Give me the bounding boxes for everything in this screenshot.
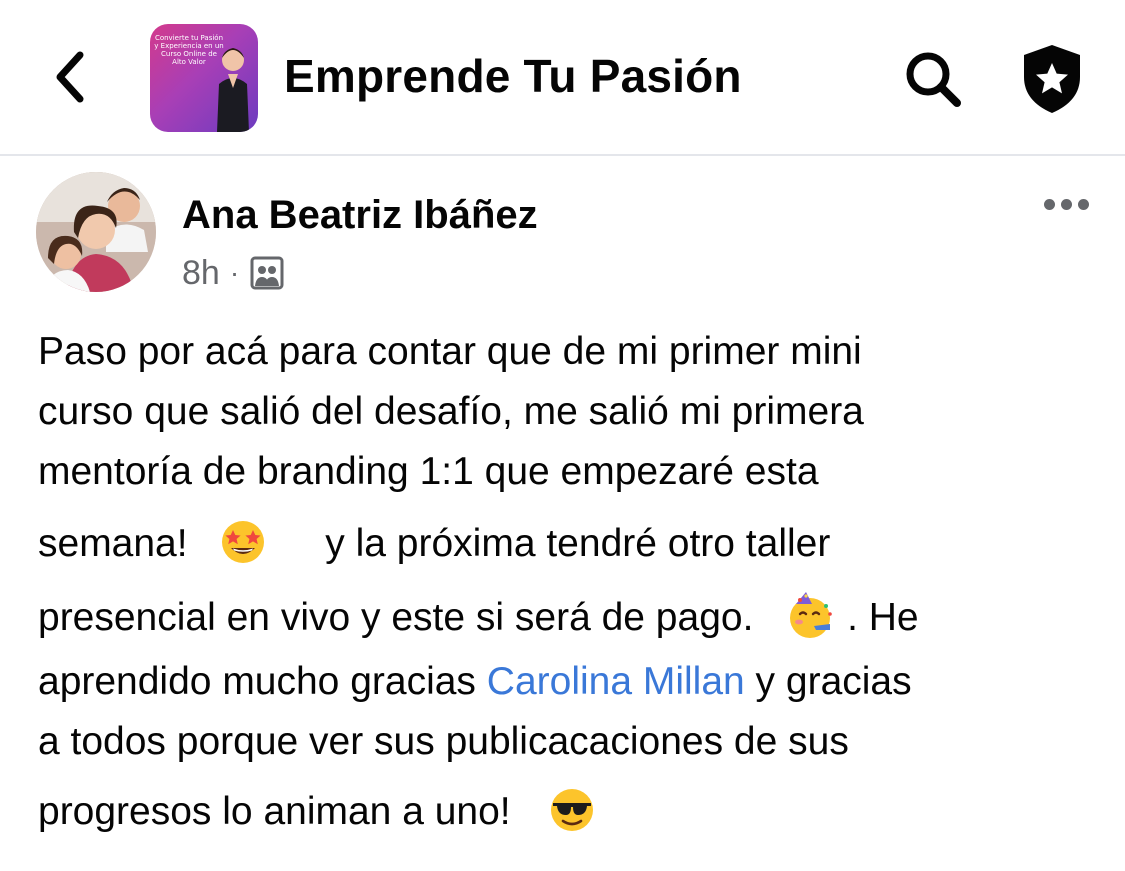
chevron-left-icon	[56, 51, 84, 103]
post-line: aprendido mucho gracias Carolina Millan …	[38, 660, 912, 703]
search-icon	[906, 52, 961, 107]
post-line: mentoría de branding 1:1 que empezaré es…	[38, 450, 819, 493]
group-members-icon[interactable]	[249, 255, 285, 291]
post-line: Paso por acá para contar que de mi prime…	[38, 330, 862, 373]
post-line: progresos lo animan a uno!	[38, 782, 597, 842]
family-photo	[36, 172, 156, 292]
back-button[interactable]	[40, 42, 100, 112]
group-title[interactable]: Emprende Tu Pasión	[284, 44, 742, 108]
search-button[interactable]	[898, 44, 968, 114]
more-options-icon	[1043, 198, 1055, 210]
post-more-options-button[interactable]	[1036, 184, 1096, 224]
post-line: presencial en vivo y este si será de pag…	[38, 588, 919, 648]
presenter-image	[217, 48, 249, 132]
post-line: curso que salió del desafío, me salió mi…	[38, 390, 864, 433]
post-line: semana! y la próxima tendré otro taller	[38, 514, 830, 574]
post-time[interactable]: 8h	[182, 254, 220, 293]
partying-face-emoji	[790, 592, 833, 638]
star-struck-emoji	[222, 521, 265, 563]
meta-separator: ·	[229, 257, 240, 288]
group-thumbnail[interactable]: Convierte tu Pasión y Experiencia en un …	[150, 24, 258, 132]
shield-star-icon	[1024, 45, 1080, 113]
admin-shield-button[interactable]	[1016, 40, 1088, 118]
post-meta: 8h ·	[182, 250, 285, 296]
post-line: a todos porque ver sus publicacaciones d…	[38, 720, 849, 763]
author-avatar[interactable]	[36, 172, 156, 292]
mention-link[interactable]: Carolina Millan	[487, 660, 745, 703]
group-header-bar: Convierte tu Pasión y Experiencia en un …	[0, 0, 1125, 156]
sunglasses-face-emoji	[551, 789, 594, 831]
author-name[interactable]: Ana Beatriz Ibáñez	[182, 188, 538, 242]
